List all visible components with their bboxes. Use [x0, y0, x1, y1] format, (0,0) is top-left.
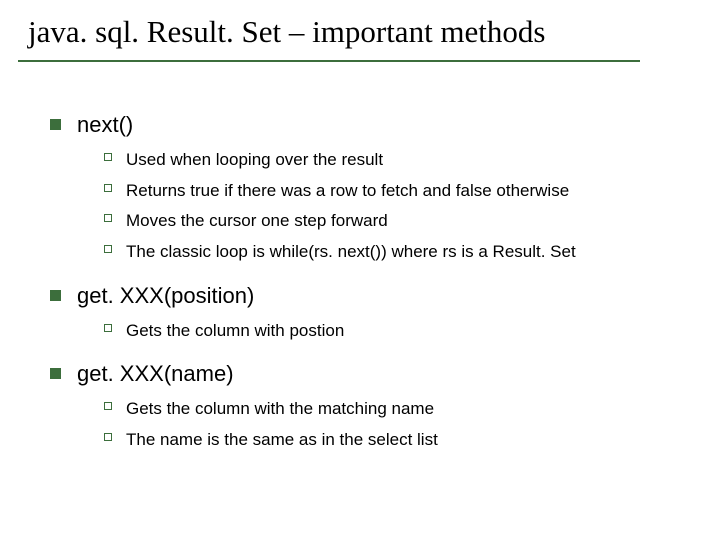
hollow-square-bullet-icon [104, 324, 112, 332]
sub-item-text: Returns true if there was a row to fetch… [126, 179, 569, 204]
title-area: java. sql. Result. Set – important metho… [0, 0, 720, 62]
list-item: The name is the same as in the select li… [104, 428, 690, 453]
sub-item-text: Moves the cursor one step forward [126, 209, 388, 234]
sub-item-text: Gets the column with postion [126, 319, 344, 344]
list-item: get. XXX(name) [50, 361, 690, 387]
item-label: get. XXX(name) [77, 361, 234, 387]
hollow-square-bullet-icon [104, 214, 112, 222]
list-item: get. XXX(position) [50, 283, 690, 309]
sub-item-text: Used when looping over the result [126, 148, 383, 173]
hollow-square-bullet-icon [104, 433, 112, 441]
hollow-square-bullet-icon [104, 245, 112, 253]
slide: java. sql. Result. Set – important metho… [0, 0, 720, 540]
list-item: The classic loop is while(rs. next()) wh… [104, 240, 690, 265]
item-label: next() [77, 112, 133, 138]
list-item: Returns true if there was a row to fetch… [104, 179, 690, 204]
hollow-square-bullet-icon [104, 402, 112, 410]
square-bullet-icon [50, 119, 61, 130]
sub-list: Gets the column with postion [50, 319, 690, 344]
sub-item-text: The classic loop is while(rs. next()) wh… [126, 240, 576, 265]
slide-title: java. sql. Result. Set – important metho… [28, 14, 700, 60]
sub-item-text: The name is the same as in the select li… [126, 428, 438, 453]
list-item: Gets the column with the matching name [104, 397, 690, 422]
list-item: next() [50, 112, 690, 138]
sub-list: Gets the column with the matching name T… [50, 397, 690, 452]
square-bullet-icon [50, 290, 61, 301]
square-bullet-icon [50, 368, 61, 379]
content-area: next() Used when looping over the result… [0, 62, 720, 452]
list-item: Moves the cursor one step forward [104, 209, 690, 234]
item-label: get. XXX(position) [77, 283, 254, 309]
sub-list: Used when looping over the result Return… [50, 148, 690, 265]
hollow-square-bullet-icon [104, 184, 112, 192]
sub-item-text: Gets the column with the matching name [126, 397, 434, 422]
hollow-square-bullet-icon [104, 153, 112, 161]
list-item: Used when looping over the result [104, 148, 690, 173]
list-item: Gets the column with postion [104, 319, 690, 344]
